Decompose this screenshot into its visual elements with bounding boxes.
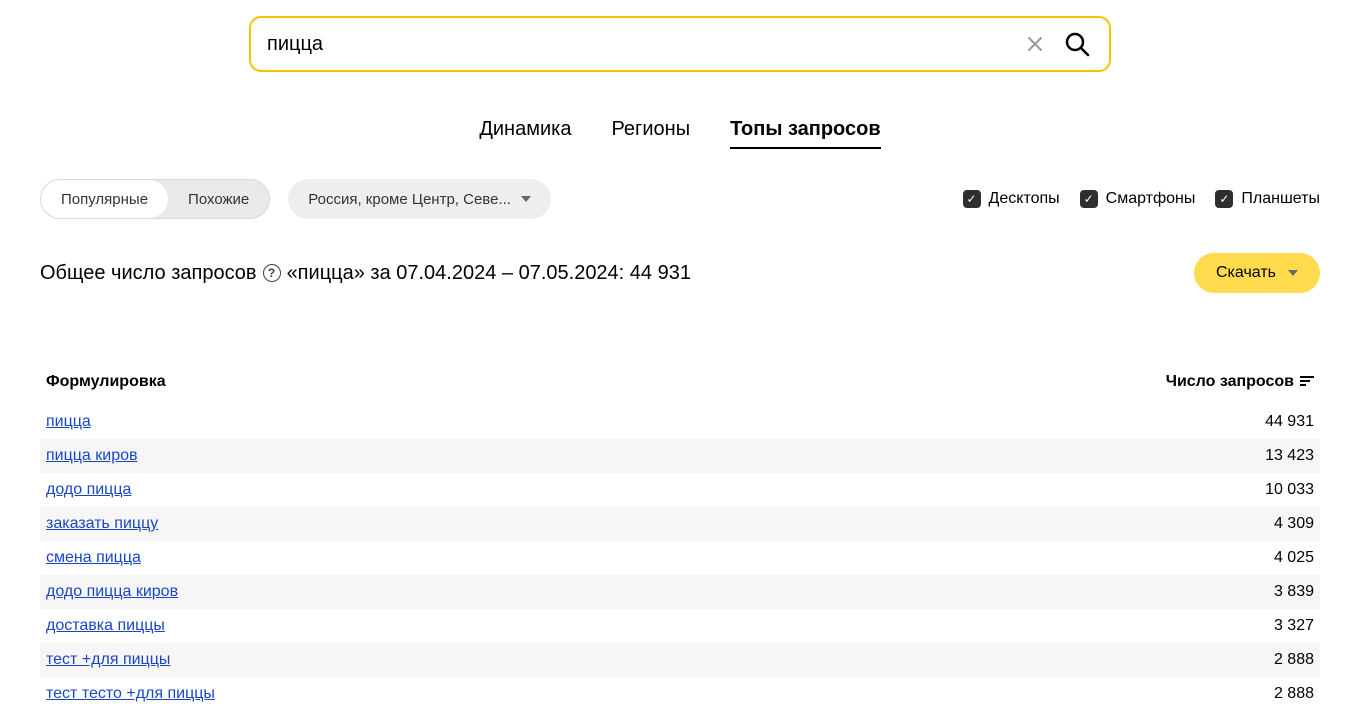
checkbox-tablets[interactable]: ✓ Планшеты [1215, 190, 1320, 208]
table-row: доставка пиццы 3 327 [40, 609, 1320, 643]
checkbox-label: Смартфоны [1106, 190, 1196, 208]
summary-text: Общее число запросов ? «пицца» за 07.04.… [40, 262, 691, 285]
chevron-down-icon [521, 196, 531, 202]
check-icon: ✓ [1084, 193, 1094, 205]
checkbox-box-icon: ✓ [1080, 190, 1098, 208]
clear-icon[interactable] [1021, 30, 1049, 58]
table-row: додо пицца 10 033 [40, 473, 1320, 507]
query-count: 3 839 [1274, 583, 1314, 601]
table-row: тест +для пиццы 2 888 [40, 643, 1320, 677]
tab-regions[interactable]: Регионы [611, 118, 690, 149]
query-link[interactable]: доставка пиццы [46, 617, 165, 635]
query-link[interactable]: пицца киров [46, 447, 138, 465]
tab-tops[interactable]: Топы запросов [730, 118, 881, 149]
col-count-header[interactable]: Число запросов [1166, 373, 1314, 391]
table-row: додо пицца киров 3 839 [40, 575, 1320, 609]
query-link[interactable]: смена пицца [46, 549, 141, 567]
check-icon: ✓ [1219, 193, 1229, 205]
download-button[interactable]: Скачать [1194, 253, 1320, 293]
segment-popular[interactable]: Популярные [41, 180, 168, 218]
results-table: Формулировка Число запросов пицца44 931п… [40, 373, 1320, 711]
table-row: пицца 44 931 [40, 405, 1320, 439]
query-count: 13 423 [1265, 447, 1314, 465]
tab-dynamics[interactable]: Динамика [479, 118, 571, 149]
checkbox-label: Планшеты [1241, 190, 1320, 208]
col-count-label: Число запросов [1166, 373, 1294, 391]
query-count: 4 309 [1274, 515, 1314, 533]
tabs: Динамика Регионы Топы запросов [40, 118, 1320, 149]
region-label: Россия, кроме Центр, Севе... [308, 191, 511, 208]
query-link[interactable]: пицца [46, 413, 91, 431]
segment-similar[interactable]: Похожие [168, 180, 269, 218]
query-count: 2 888 [1274, 685, 1314, 703]
search-box [249, 16, 1111, 72]
sort-desc-icon [1300, 376, 1314, 388]
download-label: Скачать [1216, 264, 1276, 282]
search-icon[interactable] [1061, 28, 1093, 60]
table-row: смена пицца 4 025 [40, 541, 1320, 575]
checkbox-smartphones[interactable]: ✓ Смартфоны [1080, 190, 1196, 208]
query-count: 2 888 [1274, 651, 1314, 669]
controls-row: Популярные Похожие Россия, кроме Центр, … [40, 179, 1320, 219]
device-checkboxes: ✓ Десктопы ✓ Смартфоны ✓ Планшеты [963, 190, 1320, 208]
query-count: 3 327 [1274, 617, 1314, 635]
checkbox-box-icon: ✓ [1215, 190, 1233, 208]
table-row: тест тесто +для пиццы 2 888 [40, 677, 1320, 711]
summary-row: Общее число запросов ? «пицца» за 07.04.… [40, 253, 1320, 293]
chevron-down-icon [1288, 270, 1298, 276]
summary-rest: «пицца» за 07.04.2024 – 07.05.2024: 44 9… [287, 262, 691, 285]
col-query-label: Формулировка [46, 373, 166, 391]
checkbox-box-icon: ✓ [963, 190, 981, 208]
query-link[interactable]: заказать пиццу [46, 515, 158, 533]
table-row: заказать пиццу 4 309 [40, 507, 1320, 541]
check-icon: ✓ [967, 193, 977, 205]
table-body: пицца 44 931 пицца киров 13 423 додо пицца 10… [40, 405, 1320, 711]
query-link[interactable]: додо пицца [46, 481, 131, 499]
query-count: 44 931 [1265, 413, 1314, 431]
table-header: Формулировка Число запросов [40, 373, 1320, 405]
query-count: 4 025 [1274, 549, 1314, 567]
checkbox-desktops[interactable]: ✓ Десктопы [963, 190, 1060, 208]
query-link[interactable]: додо пицца киров [46, 583, 178, 601]
checkbox-label: Десктопы [989, 190, 1060, 208]
query-link[interactable]: тест тесто +для пиццы [46, 685, 215, 703]
search-input[interactable] [267, 33, 1021, 56]
query-count: 10 033 [1265, 481, 1314, 499]
search-wrap [40, 16, 1320, 72]
region-selector[interactable]: Россия, кроме Центр, Севе... [288, 179, 551, 219]
left-controls: Популярные Похожие Россия, кроме Центр, … [40, 179, 551, 219]
table-row: пицца киров 13 423 [40, 439, 1320, 473]
query-link[interactable]: тест +для пиццы [46, 651, 170, 669]
summary-prefix: Общее число запросов [40, 262, 257, 285]
info-icon[interactable]: ? [263, 264, 281, 282]
segmented-control: Популярные Похожие [40, 179, 270, 219]
